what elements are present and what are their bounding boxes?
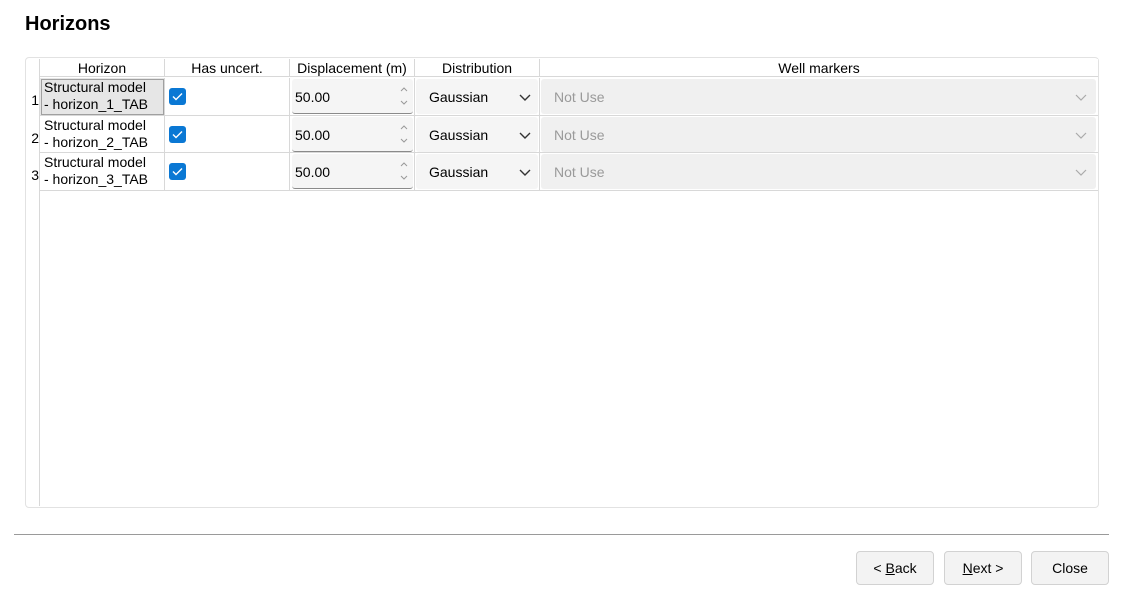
- column-header-displacement[interactable]: Displacement (m): [290, 59, 415, 77]
- horizons-table: Horizon Has uncert. Displacement (m) Dis…: [25, 57, 1099, 508]
- back-label-rest: ack: [894, 560, 917, 576]
- horizon-cell[interactable]: Structural model - horizon_1_TAB: [40, 78, 165, 116]
- distribution-value: Gaussian: [429, 164, 489, 180]
- has-uncert-cell: [165, 116, 290, 153]
- column-header-distribution[interactable]: Distribution: [415, 59, 540, 77]
- displacement-spinbox[interactable]: 50.00: [292, 79, 413, 114]
- distribution-dropdown[interactable]: Gaussian: [416, 154, 538, 189]
- distribution-cell: Gaussian: [415, 153, 540, 191]
- horizon-cell[interactable]: Structural model - horizon_2_TAB: [40, 116, 165, 153]
- row-number: 1: [31, 92, 39, 108]
- has-uncert-cell: [165, 78, 290, 116]
- well-markers-cell: Not Use: [540, 78, 1098, 116]
- chevron-down-icon[interactable]: [399, 98, 409, 108]
- has-uncert-checkbox[interactable]: [169, 88, 186, 105]
- next-label-rest: ext >: [972, 560, 1004, 576]
- well-markers-dropdown[interactable]: Not Use: [541, 117, 1096, 152]
- next-label-mnemonic: N: [962, 560, 973, 576]
- chevron-up-icon[interactable]: [399, 122, 409, 132]
- column-header-well-markers[interactable]: Well markers: [540, 59, 1098, 77]
- has-uncert-cell: [165, 153, 290, 191]
- has-uncert-checkbox[interactable]: [169, 126, 186, 143]
- distribution-value: Gaussian: [429, 127, 489, 143]
- next-button[interactable]: Next >: [944, 551, 1022, 585]
- row-number: 2: [31, 130, 39, 146]
- check-icon: [172, 168, 183, 176]
- footer-separator: [14, 534, 1109, 535]
- well-markers-cell: Not Use: [540, 153, 1098, 191]
- displacement-spinbox[interactable]: 50.00: [292, 154, 413, 189]
- chevron-down-icon: [1075, 169, 1087, 176]
- distribution-cell: Gaussian: [415, 78, 540, 116]
- displacement-value: 50.00: [295, 164, 331, 180]
- chevron-down-icon[interactable]: [399, 136, 409, 146]
- close-button[interactable]: Close: [1031, 551, 1109, 585]
- well-markers-dropdown[interactable]: Not Use: [541, 154, 1096, 189]
- well-markers-cell: Not Use: [540, 116, 1098, 153]
- column-header-has-uncert[interactable]: Has uncert.: [165, 59, 290, 77]
- chevron-up-icon[interactable]: [399, 84, 409, 94]
- column-header-horizon[interactable]: Horizon: [40, 59, 165, 77]
- has-uncert-checkbox[interactable]: [169, 163, 186, 180]
- well-markers-dropdown[interactable]: Not Use: [541, 79, 1096, 114]
- back-label-prefix: <: [873, 560, 886, 576]
- check-icon: [172, 93, 183, 101]
- back-button[interactable]: < Back: [856, 551, 934, 585]
- well-markers-value: Not Use: [554, 164, 605, 180]
- check-icon: [172, 131, 183, 139]
- displacement-value: 50.00: [295, 127, 331, 143]
- distribution-value: Gaussian: [429, 89, 489, 105]
- chevron-down-icon: [1075, 94, 1087, 101]
- page-title: Horizons: [25, 13, 111, 35]
- chevron-down-icon[interactable]: [399, 173, 409, 183]
- row-number: 3: [31, 167, 39, 183]
- well-markers-value: Not Use: [554, 89, 605, 105]
- row-header-gutter: [27, 59, 40, 506]
- displacement-cell: 50.00: [290, 116, 415, 153]
- distribution-dropdown[interactable]: Gaussian: [416, 79, 538, 114]
- well-markers-value: Not Use: [554, 127, 605, 143]
- chevron-down-icon: [519, 169, 531, 176]
- horizon-cell[interactable]: Structural model - horizon_3_TAB: [40, 153, 165, 191]
- displacement-spinbox[interactable]: 50.00: [292, 117, 413, 152]
- chevron-down-icon: [1075, 132, 1087, 139]
- displacement-cell: 50.00: [290, 78, 415, 116]
- horizons-page: Horizons Horizon Has uncert. Displacemen…: [0, 0, 1125, 600]
- back-label-mnemonic: B: [885, 560, 895, 576]
- chevron-down-icon: [519, 132, 531, 139]
- displacement-cell: 50.00: [290, 153, 415, 191]
- displacement-value: 50.00: [295, 89, 331, 105]
- chevron-down-icon: [519, 94, 531, 101]
- distribution-dropdown[interactable]: Gaussian: [416, 117, 538, 152]
- chevron-up-icon[interactable]: [399, 159, 409, 169]
- distribution-cell: Gaussian: [415, 116, 540, 153]
